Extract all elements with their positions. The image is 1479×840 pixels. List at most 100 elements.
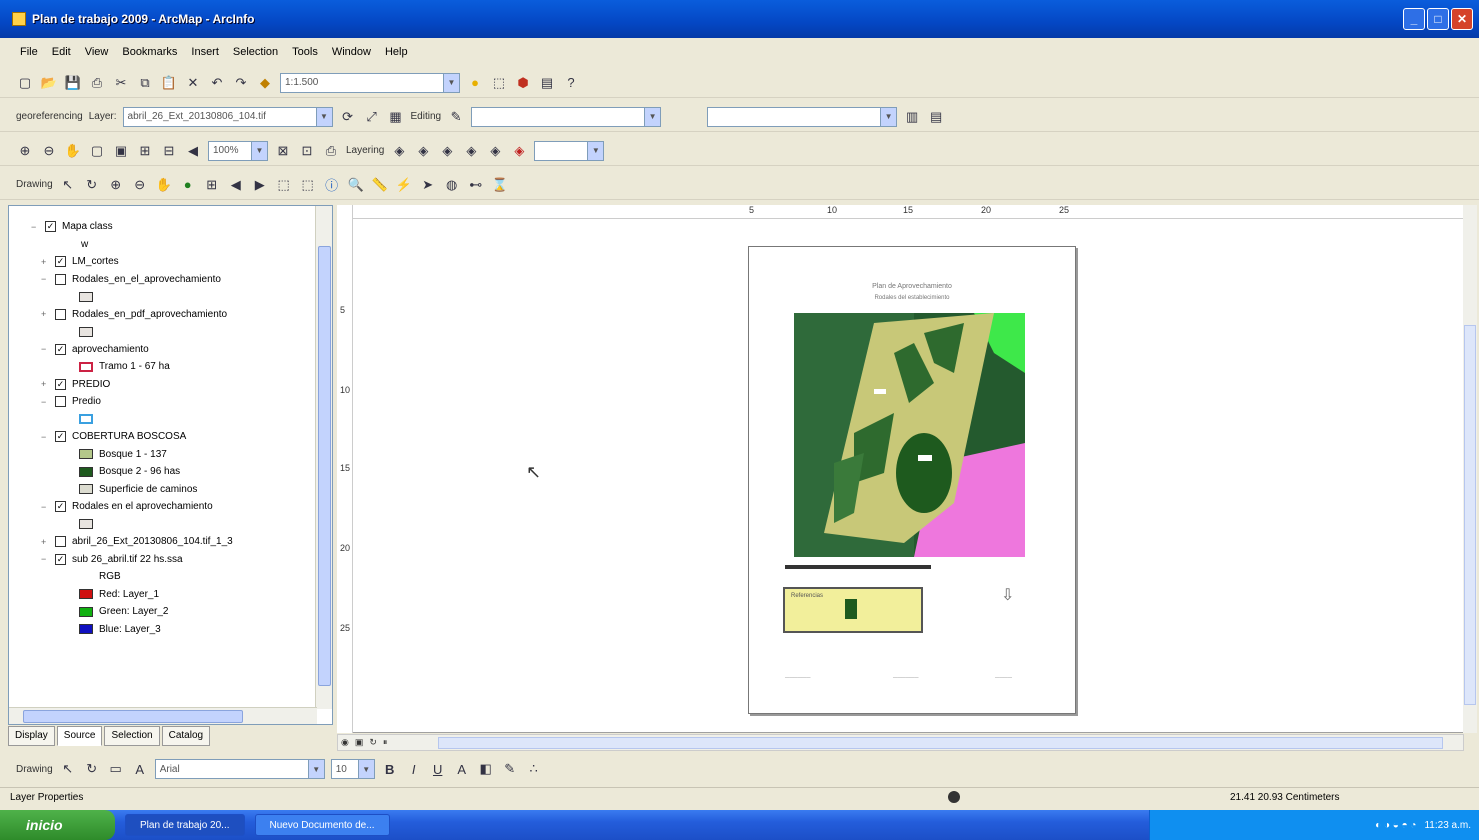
minimize-button[interactable]: _ (1403, 8, 1425, 30)
layout-horizontal-scrollbar[interactable]: ◉ ▣ ↻ ⏸ (337, 734, 1464, 751)
layer-checkbox[interactable] (55, 536, 66, 548)
scrollbar-thumb[interactable] (438, 737, 1443, 749)
attributes-icon[interactable]: ▥ (903, 108, 921, 126)
select-features-icon[interactable]: ⬚ (275, 176, 293, 194)
underline-icon[interactable]: U (429, 760, 447, 778)
line-color-icon[interactable]: ✎ (501, 760, 519, 778)
target-combo[interactable]: ▼ (707, 106, 898, 127)
expand-icon[interactable]: + (41, 309, 51, 319)
tab-selection[interactable]: Selection (104, 726, 160, 746)
expand-icon[interactable]: + (41, 379, 51, 389)
menu-selection[interactable]: Selection (233, 46, 278, 58)
toc-item[interactable]: − Rodales_en_el_aprovechamiento (9, 271, 309, 289)
layer-checkbox[interactable] (55, 396, 66, 408)
taskbar-item-document[interactable]: Nuevo Documento de... (254, 814, 390, 836)
collapse-icon[interactable]: − (41, 554, 51, 564)
layout-page[interactable]: Plan de Aprovechamiento Rodales del esta… (748, 246, 1076, 714)
maximize-button[interactable]: □ (1427, 8, 1449, 30)
layer-checkbox[interactable]: ✓ (55, 553, 66, 565)
arctoolbox-icon[interactable]: ⬚ (490, 74, 508, 92)
menu-edit[interactable]: Edit (52, 46, 71, 58)
toc-item[interactable]: − ✓ aprovechamiento (9, 341, 309, 359)
toc-item[interactable]: + Rodales_en_pdf_aprovechamiento (9, 306, 309, 324)
marker-color-icon[interactable]: ∴ (525, 760, 543, 778)
toc-item[interactable]: − ✓ COBERTURA BOSCOSA (9, 428, 309, 446)
north-arrow-icon[interactable]: ⇩ (1001, 585, 1014, 605)
toc-item[interactable]: − ✓ Mapa class (9, 218, 309, 236)
scrollbar-thumb[interactable] (23, 710, 243, 723)
add-control-points-icon[interactable]: ⤢ (363, 108, 381, 126)
zoom-out-map-icon[interactable]: ⊖ (131, 176, 149, 194)
font-color-icon[interactable]: A (453, 760, 471, 778)
open-icon[interactable]: 📂 (40, 74, 58, 92)
layer-tool-5-icon[interactable]: ◈ (486, 142, 504, 160)
redo-icon[interactable]: ↷ (232, 74, 250, 92)
layer-tool-3-icon[interactable]: ◈ (438, 142, 456, 160)
data-view-button[interactable]: ◉ (341, 737, 349, 748)
layer-checkbox[interactable]: ✓ (55, 343, 66, 355)
layer-tool-1-icon[interactable]: ◈ (390, 142, 408, 160)
font-size-combo[interactable]: 10 ▼ (330, 759, 375, 779)
sketch-tool-icon[interactable]: ✎ (447, 108, 465, 126)
refresh-icon[interactable]: ↻ (369, 737, 377, 748)
binoculars-icon[interactable]: ⊷ (467, 176, 485, 194)
legend-box[interactable]: Referencias (783, 587, 923, 633)
layout-view-button[interactable]: ▣ (355, 737, 364, 748)
undo-icon[interactable]: ↶ (208, 74, 226, 92)
new-document-icon[interactable]: ▢ (16, 74, 34, 92)
toc-horizontal-scrollbar[interactable] (9, 707, 317, 724)
layer-combo[interactable]: abril_26_Ext_20130806_104.tif ▼ (122, 106, 333, 127)
rectangle-tool-icon[interactable]: ▭ (107, 760, 125, 778)
rotate-element-icon[interactable]: ↻ (83, 176, 101, 194)
zoom-percent-combo[interactable]: 100% ▼ (208, 140, 268, 161)
collapse-icon[interactable]: − (41, 502, 51, 512)
delete-icon[interactable]: ✕ (184, 74, 202, 92)
change-layout-icon[interactable]: ⎙ (322, 142, 340, 160)
toc-item[interactable]: − Predio (9, 393, 309, 411)
menu-tools[interactable]: Tools (292, 46, 318, 58)
close-button[interactable]: ✕ (1451, 8, 1473, 30)
layer-tool-6-icon[interactable]: ◈ (510, 142, 528, 160)
drawing-menu-bottom[interactable]: Drawing (16, 764, 53, 775)
layering-menu[interactable]: Layering (346, 145, 384, 156)
tab-display[interactable]: Display (8, 726, 55, 746)
go-forward-icon[interactable]: ▶ (251, 176, 269, 194)
toc-vertical-scrollbar[interactable] (315, 206, 332, 709)
go-back-icon[interactable]: ◀ (227, 176, 245, 194)
zoom-in-layout-icon[interactable]: ⊕ (16, 142, 34, 160)
paste-icon[interactable]: 📋 (160, 74, 178, 92)
zoom-out-layout-icon[interactable]: ⊖ (40, 142, 58, 160)
full-extent-icon[interactable]: ● (179, 176, 197, 194)
layer-checkbox[interactable] (55, 273, 66, 285)
map-data-frame[interactable] (794, 313, 1025, 557)
tab-source[interactable]: Source (56, 726, 103, 746)
pointer-icon[interactable]: ➤ (419, 176, 437, 194)
rotate-icon[interactable]: ↻ (83, 760, 101, 778)
layout-vertical-scrollbar[interactable] (1463, 205, 1477, 733)
save-icon[interactable]: 💾 (64, 74, 82, 92)
georeferencing-menu[interactable]: georeferencing (16, 111, 83, 122)
toc-item[interactable]: + ✓ PREDIO (9, 376, 309, 394)
measure-icon[interactable]: 📏 (371, 176, 389, 194)
expand-icon[interactable]: + (41, 537, 51, 547)
tray-icons[interactable]: ◐ ◑ ◒ ◓ ◔ (1375, 820, 1416, 831)
collapse-icon[interactable]: − (41, 397, 51, 407)
menu-window[interactable]: Window (332, 46, 371, 58)
drawing-menu[interactable]: Drawing (16, 179, 53, 190)
toc-item[interactable]: − ✓ sub 26_abril.tif 22 hs.ssa (9, 551, 309, 569)
toggle-draft-icon[interactable]: ⊠ (274, 142, 292, 160)
toc-item[interactable]: − ✓ Rodales en el aprovechamiento (9, 498, 309, 516)
task-combo[interactable]: ▼ (471, 106, 662, 127)
link-table-icon[interactable]: ▦ (387, 108, 405, 126)
layer-tool-2-icon[interactable]: ◈ (414, 142, 432, 160)
map-scale-combo[interactable]: 1:1.500 ▼ (280, 72, 460, 93)
layer-checkbox[interactable]: ✓ (45, 221, 56, 233)
collapse-icon[interactable]: − (41, 274, 51, 284)
whats-this-icon[interactable]: ? (562, 74, 580, 92)
time-slider-icon[interactable]: ⌛ (491, 176, 509, 194)
layer-checkbox[interactable]: ✓ (55, 431, 66, 443)
layer-tool-4-icon[interactable]: ◈ (462, 142, 480, 160)
globe-icon[interactable]: ◍ (443, 176, 461, 194)
print-icon[interactable]: ⎙ (88, 74, 106, 92)
collapse-icon[interactable]: − (41, 344, 51, 354)
